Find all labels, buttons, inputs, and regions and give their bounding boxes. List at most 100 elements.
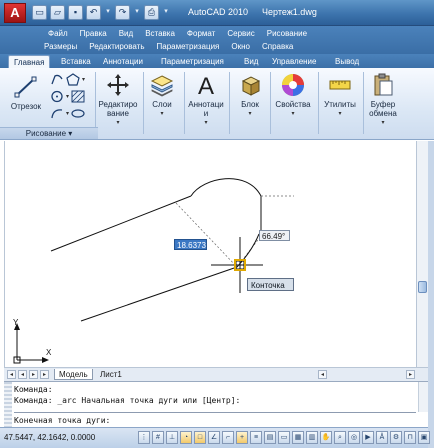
scroll-left-icon[interactable]: ◂ [318, 370, 327, 379]
workspace-icon[interactable]: ⚙ [390, 431, 402, 444]
annotation-button[interactable]: A Аннотаци и ▾ [186, 72, 226, 128]
properties-icon [280, 72, 306, 98]
ribbon-separator [318, 72, 319, 134]
ducs-toggle-icon[interactable]: ⌐ [222, 431, 234, 444]
drawing-canvas[interactable]: Y X [4, 141, 416, 367]
next-layout-icon[interactable]: ▸ [29, 370, 38, 379]
model-space-icon[interactable]: ▭ [278, 431, 290, 444]
application-menu-button[interactable]: A [4, 3, 26, 23]
utilities-button[interactable]: Утилиты ▾ [320, 72, 360, 119]
clean-screen-icon[interactable]: ▣ [418, 431, 430, 444]
steeringwheel-icon[interactable]: ◎ [348, 431, 360, 444]
modify-button[interactable]: Редактиро вание ▾ [96, 72, 140, 128]
chevron-down-icon[interactable]: ▾ [82, 76, 85, 83]
menu-insert[interactable]: Вставка [139, 27, 181, 40]
lineweight-toggle-icon[interactable]: ≡ [250, 431, 262, 444]
scroll-right-icon[interactable]: ▸ [406, 370, 415, 379]
tab-sheet1[interactable]: Лист1 [96, 369, 126, 380]
quick-view-layouts-icon[interactable]: ▦ [292, 431, 304, 444]
menu-parametric[interactable]: Параметризация [151, 40, 226, 53]
undo-icon[interactable]: ↶ [86, 5, 101, 20]
otrack-toggle-icon[interactable]: ∠ [208, 431, 220, 444]
tab-annotate[interactable]: Аннотации [98, 55, 148, 68]
annotation-scale-icon[interactable]: Å [376, 431, 388, 444]
zoom-icon[interactable]: ⌕ [334, 431, 346, 444]
tab-output[interactable]: Вывод [330, 55, 364, 68]
print-icon[interactable]: ⎙ [144, 5, 159, 20]
ribbon-panel: Отрезок ▾ ▾ ▾ Редактиро вание ▾ Слои ▾ A… [0, 68, 434, 140]
window-edge [428, 141, 434, 448]
grid-toggle-icon[interactable]: # [152, 431, 164, 444]
menu-window[interactable]: Окно [225, 40, 256, 53]
qp-toggle-icon[interactable]: ▤ [264, 431, 276, 444]
scrollbar-thumb[interactable] [418, 281, 427, 293]
osnap-toggle-icon[interactable]: □ [194, 431, 206, 444]
dynamic-input-angle[interactable]: 66.49° [259, 230, 290, 241]
snap-toggle-icon[interactable]: ⋮ [138, 431, 150, 444]
ellipse-icon [71, 107, 85, 120]
menu-format[interactable]: Формат [181, 27, 221, 40]
pan-icon[interactable]: ✋ [320, 431, 332, 444]
showmotion-icon[interactable]: ▶ [362, 431, 374, 444]
clipboard-icon [370, 72, 396, 98]
command-scrollbar[interactable] [418, 382, 428, 412]
last-layout-icon[interactable]: ▸ [40, 370, 49, 379]
menu-row-1: Файл Правка Вид Вставка Формат Сервис Ри… [42, 27, 313, 40]
move-icon [105, 72, 131, 98]
undo-dropdown-icon[interactable]: ▾ [104, 5, 112, 20]
menu-draw[interactable]: Рисование [261, 27, 313, 40]
dynamic-input-length[interactable]: 18.6373 [174, 239, 207, 250]
command-input[interactable]: Конечная точка дуги: [14, 415, 110, 426]
dyn-toggle-icon[interactable]: + [236, 431, 248, 444]
menu-tools[interactable]: Сервис [221, 27, 260, 40]
menu-view[interactable]: Вид [113, 27, 139, 40]
circle-icon [50, 90, 64, 103]
annotation-label-1: Аннотаци [188, 100, 224, 109]
chevron-down-icon[interactable]: ▾ [66, 93, 69, 100]
new-icon[interactable]: ▭ [32, 5, 47, 20]
menu-help[interactable]: Справка [256, 40, 299, 53]
clipboard-button[interactable]: Буфер обмена ▾ [365, 72, 401, 128]
quick-view-drawings-icon[interactable]: ▥ [306, 431, 318, 444]
document-title: Чертеж1.dwg [262, 7, 317, 17]
redo-icon[interactable]: ↷ [115, 5, 130, 20]
arc-tool[interactable]: ▾ [50, 106, 92, 121]
menu-file[interactable]: Файл [42, 27, 74, 40]
layout-tab-bar: ◂ ◂ ▸ ▸ Модель Лист1 ◂ ▸ [4, 367, 428, 381]
tab-home[interactable]: Главная [8, 55, 51, 68]
qat-dropdown-icon[interactable]: ▾ [162, 5, 170, 20]
clipboard-label-1: Буфер [370, 100, 396, 109]
menu-edit[interactable]: Правка [74, 27, 113, 40]
autocad-window: A ▭ ▱ ▪ ↶ ▾ ↷ ▾ ⎙ ▾ AutoCAD 2010 Чертеж1… [0, 0, 434, 448]
command-window-grip[interactable] [4, 382, 12, 428]
menu-dimension[interactable]: Размеры [38, 40, 83, 53]
draw-panel-label[interactable]: Рисование ▾ [0, 127, 98, 139]
redo-dropdown-icon[interactable]: ▾ [133, 5, 141, 20]
line-button[interactable]: Отрезок [6, 74, 46, 111]
ortho-toggle-icon[interactable]: ⊥ [166, 431, 178, 444]
circle-tool[interactable]: ▾ [50, 89, 92, 104]
block-button[interactable]: Блок ▾ [234, 72, 266, 119]
cursor-coordinates[interactable]: 47.5447, 42.1642, 0.0000 [4, 431, 95, 444]
draw-small-tools: ▾ ▾ ▾ [50, 72, 92, 123]
chevron-down-icon: ▾ [291, 111, 295, 117]
menu-modify[interactable]: Редактировать [83, 40, 150, 53]
save-icon[interactable]: ▪ [68, 5, 83, 20]
polar-toggle-icon[interactable]: ◔ [180, 431, 192, 444]
layers-icon [149, 72, 175, 98]
polyline-tool[interactable]: ▾ [50, 72, 92, 87]
lock-icon[interactable]: ⊓ [404, 431, 416, 444]
open-icon[interactable]: ▱ [50, 5, 65, 20]
vertical-scrollbar[interactable] [416, 141, 428, 367]
prev-layout-icon[interactable]: ◂ [18, 370, 27, 379]
first-layout-icon[interactable]: ◂ [7, 370, 16, 379]
tab-model[interactable]: Модель [54, 369, 93, 380]
properties-button[interactable]: Свойства ▾ [272, 72, 314, 119]
tab-parametric[interactable]: Параметризация [156, 55, 229, 68]
chevron-down-icon[interactable]: ▾ [66, 110, 69, 117]
layers-button[interactable]: Слои ▾ [145, 72, 179, 119]
tab-view[interactable]: Вид [239, 55, 263, 68]
tab-manage[interactable]: Управление [267, 55, 321, 68]
upper-line [50, 195, 192, 252]
tab-insert[interactable]: Вставка [56, 55, 96, 68]
